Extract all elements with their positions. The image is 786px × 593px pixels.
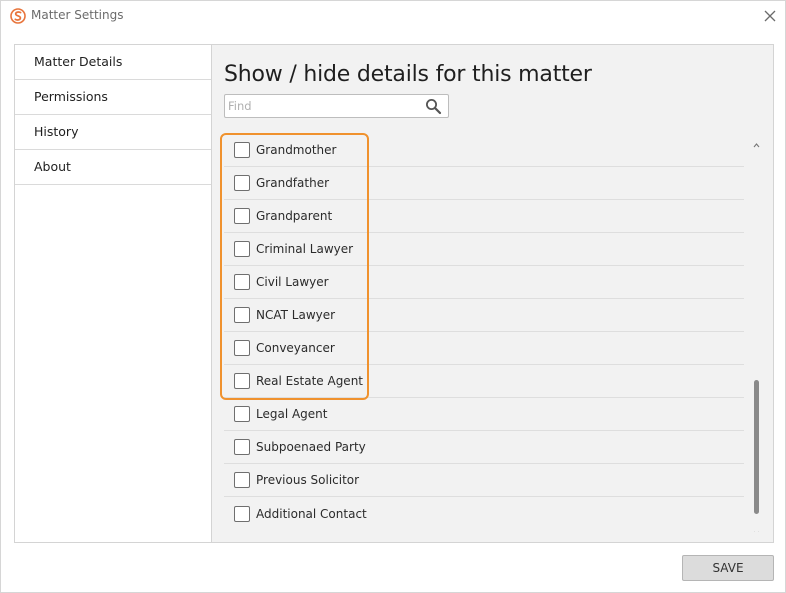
list-item: Grandfather xyxy=(224,167,744,200)
checkbox[interactable] xyxy=(234,373,250,389)
sidebar-item-about[interactable]: About xyxy=(15,150,211,185)
list-item: Subpoenaed Party xyxy=(224,431,744,464)
main-panel: Show / hide details for this matter Gran… xyxy=(213,45,773,542)
checkbox[interactable] xyxy=(234,340,250,356)
save-button[interactable]: SAVE xyxy=(682,555,774,581)
item-label: Criminal Lawyer xyxy=(256,242,354,256)
list-item: Grandparent xyxy=(224,200,744,233)
close-button[interactable] xyxy=(759,5,781,27)
list-item: NCAT Lawyer xyxy=(224,299,744,332)
item-label: Grandfather xyxy=(256,176,330,190)
checkbox[interactable] xyxy=(234,505,250,522)
smokeball-logo-icon xyxy=(10,8,26,24)
item-label: Additional Contact xyxy=(256,506,367,521)
checkbox[interactable] xyxy=(234,208,250,224)
item-label: Subpoenaed Party xyxy=(256,440,366,454)
list-item: Legal Agent xyxy=(224,398,744,431)
list-item: Real Estate Agent xyxy=(224,365,744,398)
settings-content: Matter Details Permissions History About… xyxy=(14,44,774,543)
item-label: Grandparent xyxy=(256,209,333,223)
checkbox[interactable] xyxy=(234,241,250,257)
checkbox[interactable] xyxy=(234,307,250,323)
sidebar-item-history[interactable]: History xyxy=(15,115,211,150)
checkbox[interactable] xyxy=(234,472,250,488)
details-list: Grandmother Grandfather Grandparent Crim… xyxy=(224,134,760,532)
list-item: Civil Lawyer xyxy=(224,266,744,299)
checkbox[interactable] xyxy=(234,142,250,158)
list-item: Previous Solicitor xyxy=(224,464,744,497)
item-label: NCAT Lawyer xyxy=(256,308,336,322)
matter-settings-window: Matter Settings Matter Details Permissio… xyxy=(0,0,786,593)
scroll-thumb[interactable] xyxy=(754,380,759,514)
search-icon[interactable] xyxy=(425,98,442,115)
sidebar-item-matter-details[interactable]: Matter Details xyxy=(15,45,211,80)
checkbox[interactable] xyxy=(234,175,250,191)
close-icon xyxy=(764,7,776,26)
item-label: Legal Agent xyxy=(256,407,328,421)
item-label: Grandmother xyxy=(256,143,337,157)
sidebar: Matter Details Permissions History About xyxy=(15,45,212,542)
scroll-up-icon[interactable] xyxy=(753,134,760,148)
sidebar-item-permissions[interactable]: Permissions xyxy=(15,80,211,115)
item-label: Real Estate Agent xyxy=(256,374,363,388)
search-input[interactable] xyxy=(228,97,418,115)
scrollbar[interactable] xyxy=(753,134,760,532)
list-item: Additional Contact xyxy=(224,497,744,530)
checkbox[interactable] xyxy=(234,274,250,290)
item-label: Previous Solicitor xyxy=(256,473,360,487)
list-item: Grandmother xyxy=(224,134,744,167)
item-label: Civil Lawyer xyxy=(256,275,329,289)
checkbox[interactable] xyxy=(234,439,250,455)
search-box xyxy=(224,94,449,118)
title-bar: Matter Settings xyxy=(1,1,785,32)
item-label: Conveyancer xyxy=(256,341,335,355)
page-title: Show / hide details for this matter xyxy=(224,62,592,87)
checkbox[interactable] xyxy=(234,406,250,422)
window-title: Matter Settings xyxy=(31,8,124,22)
scroll-down-icon[interactable] xyxy=(753,523,760,532)
list-item: Conveyancer xyxy=(224,332,744,365)
list-item: Criminal Lawyer xyxy=(224,233,744,266)
